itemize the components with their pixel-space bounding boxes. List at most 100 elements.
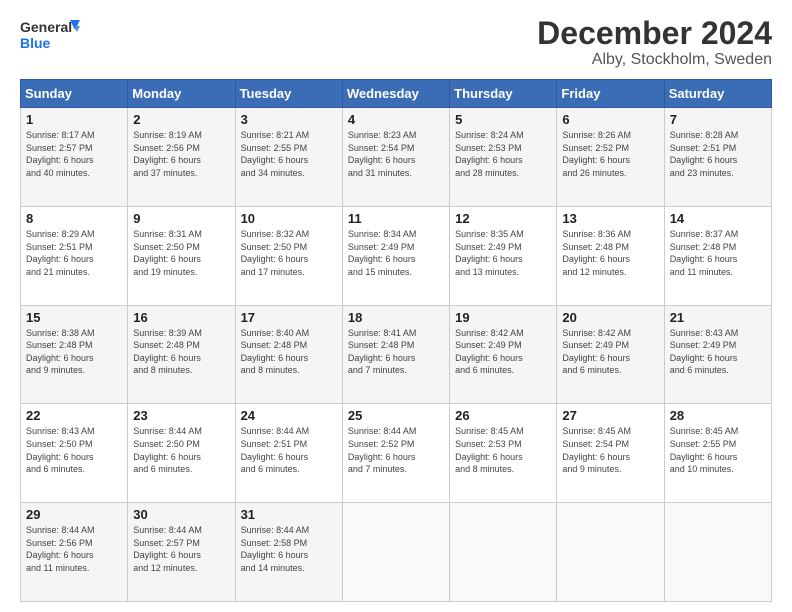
day-info: Sunrise: 8:40 AMSunset: 2:48 PMDaylight:… — [241, 327, 337, 377]
day-number: 28 — [670, 408, 766, 423]
page: General Blue December 2024 Alby, Stockho… — [0, 0, 792, 612]
day-number: 20 — [562, 310, 658, 325]
calendar-cell: 6Sunrise: 8:26 AMSunset: 2:52 PMDaylight… — [557, 108, 664, 207]
calendar-cell: 20Sunrise: 8:42 AMSunset: 2:49 PMDayligh… — [557, 305, 664, 404]
calendar-cell: 28 Sunrise: 8:45 AMSunset: 2:55 PMDayligh… — [664, 404, 771, 503]
day-number: 1 — [26, 112, 122, 127]
day-info: Sunrise: 8:45 AMSunset: 2:55 PMDaylight:… — [670, 425, 766, 475]
calendar-week-1: 1 Sunrise: 8:17 AMSunset: 2:57 PMDaylight… — [21, 108, 772, 207]
calendar-cell: 10Sunrise: 8:32 AMSunset: 2:50 PMDayligh… — [235, 206, 342, 305]
calendar-cell: 1 Sunrise: 8:17 AMSunset: 2:57 PMDaylight… — [21, 108, 128, 207]
day-number: 5 — [455, 112, 551, 127]
calendar-body: 1 Sunrise: 8:17 AMSunset: 2:57 PMDaylight… — [21, 108, 772, 602]
calendar-cell: 9Sunrise: 8:31 AMSunset: 2:50 PMDaylight… — [128, 206, 235, 305]
svg-text:Blue: Blue — [20, 35, 51, 51]
calendar-cell: 31Sunrise: 8:44 AMSunset: 2:58 PMDayligh… — [235, 503, 342, 602]
day-info: Sunrise: 8:44 AMSunset: 2:58 PMDaylight:… — [241, 524, 337, 574]
calendar-cell: 26Sunrise: 8:45 AMSunset: 2:53 PMDayligh… — [450, 404, 557, 503]
calendar-header: Sunday Monday Tuesday Wednesday Thursday… — [21, 80, 772, 108]
col-sunday: Sunday — [21, 80, 128, 108]
day-number: 18 — [348, 310, 444, 325]
day-info: Sunrise: 8:41 AMSunset: 2:48 PMDaylight:… — [348, 327, 444, 377]
col-wednesday: Wednesday — [342, 80, 449, 108]
day-number: 13 — [562, 211, 658, 226]
calendar-cell — [450, 503, 557, 602]
day-number: 23 — [133, 408, 229, 423]
calendar-cell: 25 Sunrise: 8:44 AMSunset: 2:52 PMDayligh… — [342, 404, 449, 503]
day-number: 27 — [562, 408, 658, 423]
day-info: Sunrise: 8:44 AMSunset: 2:50 PMDaylight:… — [133, 425, 229, 475]
day-number: 17 — [241, 310, 337, 325]
day-number: 26 — [455, 408, 551, 423]
calendar-cell: 2 Sunrise: 8:19 AMSunset: 2:56 PMDaylight… — [128, 108, 235, 207]
logo-svg: General Blue — [20, 16, 80, 58]
calendar-cell: 7 Sunrise: 8:28 AMSunset: 2:51 PMDaylight… — [664, 108, 771, 207]
day-number: 8 — [26, 211, 122, 226]
day-info: Sunrise: 8:39 AMSunset: 2:48 PMDaylight:… — [133, 327, 229, 377]
calendar-cell: 30 Sunrise: 8:44 AMSunset: 2:57 PMDayligh… — [128, 503, 235, 602]
calendar-week-2: 8 Sunrise: 8:29 AMSunset: 2:51 PMDaylight… — [21, 206, 772, 305]
day-number: 14 — [670, 211, 766, 226]
col-tuesday: Tuesday — [235, 80, 342, 108]
day-info: Sunrise: 8:28 AMSunset: 2:51 PMDaylight:… — [670, 129, 766, 179]
calendar-cell: 14 Sunrise: 8:37 AMSunset: 2:48 PMDayligh… — [664, 206, 771, 305]
calendar-cell: 24Sunrise: 8:44 AMSunset: 2:51 PMDayligh… — [235, 404, 342, 503]
day-number: 29 — [26, 507, 122, 522]
day-info: Sunrise: 8:17 AMSunset: 2:57 PMDaylight:… — [26, 129, 122, 179]
col-monday: Monday — [128, 80, 235, 108]
calendar-cell: 21 Sunrise: 8:43 AMSunset: 2:49 PMDayligh… — [664, 305, 771, 404]
day-number: 3 — [241, 112, 337, 127]
day-number: 4 — [348, 112, 444, 127]
calendar-cell — [664, 503, 771, 602]
calendar-cell: 12 Sunrise: 8:35 AMSunset: 2:49 PMDayligh… — [450, 206, 557, 305]
day-info: Sunrise: 8:34 AMSunset: 2:49 PMDaylight:… — [348, 228, 444, 278]
calendar-cell: 23 Sunrise: 8:44 AMSunset: 2:50 PMDayligh… — [128, 404, 235, 503]
day-number: 11 — [348, 211, 444, 226]
day-info: Sunrise: 8:31 AMSunset: 2:50 PMDaylight:… — [133, 228, 229, 278]
svg-text:General: General — [20, 19, 72, 35]
day-info: Sunrise: 8:37 AMSunset: 2:48 PMDaylight:… — [670, 228, 766, 278]
calendar-cell: 27Sunrise: 8:45 AMSunset: 2:54 PMDayligh… — [557, 404, 664, 503]
day-info: Sunrise: 8:38 AMSunset: 2:48 PMDaylight:… — [26, 327, 122, 377]
day-info: Sunrise: 8:35 AMSunset: 2:49 PMDaylight:… — [455, 228, 551, 278]
calendar-cell: 3 Sunrise: 8:21 AMSunset: 2:55 PMDaylight… — [235, 108, 342, 207]
calendar-cell: 11 Sunrise: 8:34 AMSunset: 2:49 PMDayligh… — [342, 206, 449, 305]
day-info: Sunrise: 8:29 AMSunset: 2:51 PMDaylight:… — [26, 228, 122, 278]
header: General Blue December 2024 Alby, Stockho… — [20, 16, 772, 69]
day-number: 22 — [26, 408, 122, 423]
day-number: 12 — [455, 211, 551, 226]
calendar-cell: 13 Sunrise: 8:36 AMSunset: 2:48 PMDayligh… — [557, 206, 664, 305]
day-info: Sunrise: 8:19 AMSunset: 2:56 PMDaylight:… — [133, 129, 229, 179]
day-number: 2 — [133, 112, 229, 127]
calendar-cell: 29Sunrise: 8:44 AMSunset: 2:56 PMDayligh… — [21, 503, 128, 602]
calendar-cell: 19Sunrise: 8:42 AMSunset: 2:49 PMDayligh… — [450, 305, 557, 404]
calendar-cell: 16Sunrise: 8:39 AMSunset: 2:48 PMDayligh… — [128, 305, 235, 404]
logo: General Blue — [20, 16, 80, 58]
day-number: 19 — [455, 310, 551, 325]
calendar-week-4: 22 Sunrise: 8:43 AMSunset: 2:50 PMDayligh… — [21, 404, 772, 503]
day-info: Sunrise: 8:44 AMSunset: 2:57 PMDaylight:… — [133, 524, 229, 574]
calendar-cell: 17 Sunrise: 8:40 AMSunset: 2:48 PMDayligh… — [235, 305, 342, 404]
day-number: 25 — [348, 408, 444, 423]
day-number: 10 — [241, 211, 337, 226]
day-number: 7 — [670, 112, 766, 127]
calendar-cell — [557, 503, 664, 602]
day-number: 21 — [670, 310, 766, 325]
day-info: Sunrise: 8:43 AMSunset: 2:50 PMDaylight:… — [26, 425, 122, 475]
day-info: Sunrise: 8:36 AMSunset: 2:48 PMDaylight:… — [562, 228, 658, 278]
col-saturday: Saturday — [664, 80, 771, 108]
day-number: 30 — [133, 507, 229, 522]
calendar-cell: 18 Sunrise: 8:41 AMSunset: 2:48 PMDayligh… — [342, 305, 449, 404]
day-info: Sunrise: 8:23 AMSunset: 2:54 PMDaylight:… — [348, 129, 444, 179]
calendar-week-5: 29Sunrise: 8:44 AMSunset: 2:56 PMDayligh… — [21, 503, 772, 602]
calendar-cell — [342, 503, 449, 602]
day-info: Sunrise: 8:44 AMSunset: 2:51 PMDaylight:… — [241, 425, 337, 475]
day-number: 6 — [562, 112, 658, 127]
main-title: December 2024 — [537, 16, 772, 51]
subtitle: Alby, Stockholm, Sweden — [537, 51, 772, 69]
calendar-cell: 5Sunrise: 8:24 AMSunset: 2:53 PMDaylight… — [450, 108, 557, 207]
calendar-cell: 22 Sunrise: 8:43 AMSunset: 2:50 PMDayligh… — [21, 404, 128, 503]
day-info: Sunrise: 8:21 AMSunset: 2:55 PMDaylight:… — [241, 129, 337, 179]
day-info: Sunrise: 8:44 AMSunset: 2:52 PMDaylight:… — [348, 425, 444, 475]
day-info: Sunrise: 8:43 AMSunset: 2:49 PMDaylight:… — [670, 327, 766, 377]
